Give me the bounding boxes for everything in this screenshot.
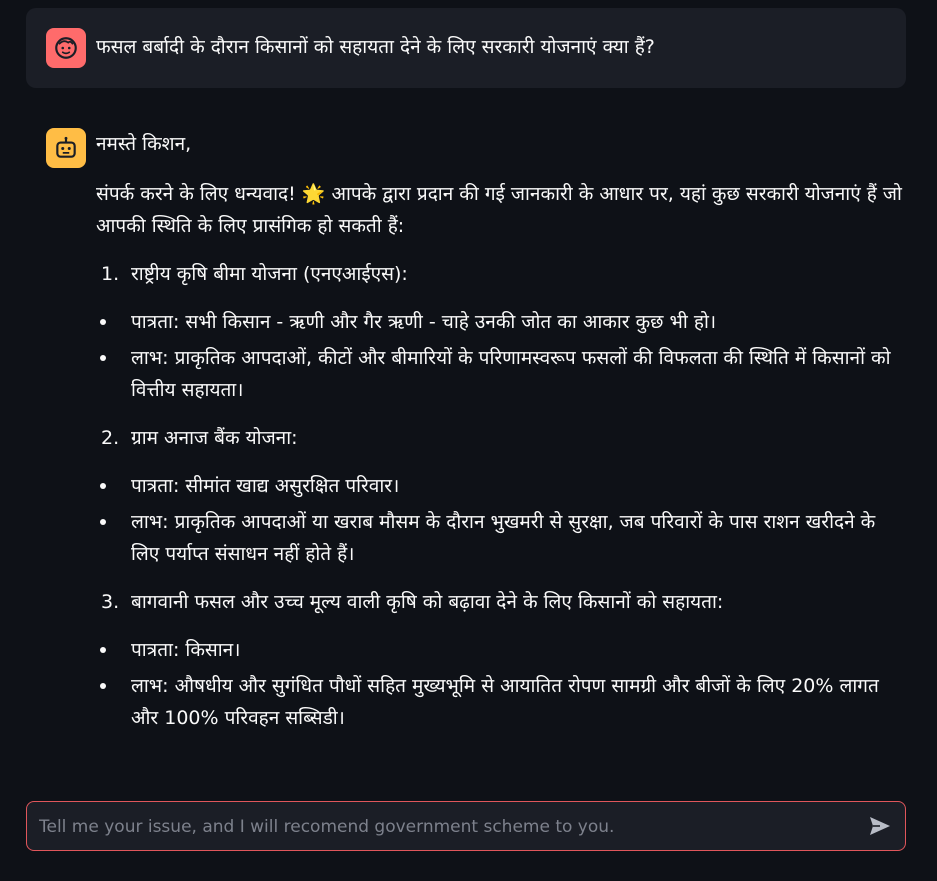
user-message-text: फसल बर्बादी के दौरान किसानों को सहायता द… [96, 36, 655, 58]
scheme-bullets: पात्रता: सीमांत खाद्य असुरक्षित परिवार। … [96, 470, 906, 570]
bullet-dot [100, 683, 106, 689]
star-emoji: 🌟 [301, 183, 326, 205]
assistant-avatar [46, 128, 86, 168]
bullet-text: पात्रता: सभी किसान - ऋणी और गैर ऋणी - चा… [131, 311, 717, 333]
robot-icon [56, 136, 76, 158]
send-icon [870, 817, 890, 835]
bullet-text: पात्रता: किसान। [131, 639, 241, 661]
user-avatar [46, 28, 86, 68]
intro-text-1: संपर्क करने के लिए धन्यवाद! [96, 183, 296, 205]
chat-input[interactable] [37, 802, 861, 852]
scheme-title: बागवानी फसल और उच्च मूल्य वाली कृषि को ब… [131, 591, 724, 613]
scheme-item: 1. राष्ट्रीय कृषि बीमा योजना (एनएआईएस): … [96, 258, 906, 406]
intro-paragraph: संपर्क करने के लिए धन्यवाद! 🌟 आपके द्वार… [96, 178, 906, 242]
bullet-item: लाभ: औषधीय और सुगंधित पौधों सहित मुख्यभू… [96, 670, 906, 734]
greeting: नमस्ते किशन, [96, 133, 192, 155]
user-message: फसल बर्बादी के दौरान किसानों को सहायता द… [26, 8, 906, 88]
chat-input-container [26, 801, 906, 852]
assistant-message: नमस्ते किशन, संपर्क करने के लिए धन्यवाद!… [26, 128, 906, 768]
scheme-title-row: 3. बागवानी फसल और उच्च मूल्य वाली कृषि क… [96, 586, 906, 618]
bullet-item: लाभ: प्राकृतिक आपदाओं, कीटों और बीमारियो… [96, 342, 906, 406]
bullet-dot [100, 355, 106, 361]
scheme-title-row: 1. राष्ट्रीय कृषि बीमा योजना (एनएआईएस): [96, 258, 906, 290]
bullet-text: पात्रता: सीमांत खाद्य असुरक्षित परिवार। [131, 475, 400, 497]
scheme-number: 3. [101, 591, 120, 613]
bullet-dot [100, 519, 106, 525]
scheme-number: 1. [101, 263, 120, 285]
bullet-item: पात्रता: सीमांत खाद्य असुरक्षित परिवार। [96, 470, 906, 502]
scheme-bullets: पात्रता: सभी किसान - ऋणी और गैर ऋणी - चा… [96, 306, 906, 406]
bullet-dot [100, 647, 106, 653]
scheme-title: ग्राम अनाज बैंक योजना: [131, 427, 298, 449]
bullet-item: लाभ: प्राकृतिक आपदाओं या खराब मौसम के दौ… [96, 506, 906, 570]
chat-page: फसल बर्बादी के दौरान किसानों को सहायता द… [0, 0, 937, 881]
scheme-number: 2. [101, 427, 120, 449]
scheme-bullets: पात्रता: किसान। लाभ: औषधीय और सुगंधित पौ… [96, 634, 906, 734]
scheme-item: 3. बागवानी फसल और उच्च मूल्य वाली कृषि क… [96, 586, 906, 734]
bullet-dot [100, 483, 106, 489]
scheme-item: 2. ग्राम अनाज बैंक योजना: पात्रता: सीमां… [96, 422, 906, 570]
bullet-dot [100, 319, 106, 325]
scheme-title: राष्ट्रीय कृषि बीमा योजना (एनएआईएस): [131, 263, 408, 285]
bullet-item: पात्रता: सभी किसान - ऋणी और गैर ऋणी - चा… [96, 306, 906, 338]
bullet-text: लाभ: प्राकृतिक आपदाओं, कीटों और बीमारियो… [131, 347, 891, 401]
bullet-item: पात्रता: किसान। [96, 634, 906, 666]
bullet-text: लाभ: प्राकृतिक आपदाओं या खराब मौसम के दौ… [131, 511, 876, 565]
bullet-text: लाभ: औषधीय और सुगंधित पौधों सहित मुख्यभू… [131, 675, 879, 729]
scheme-title-row: 2. ग्राम अनाज बैंक योजना: [96, 422, 906, 454]
user-face-icon [55, 37, 77, 59]
assistant-message-body: नमस्ते किशन, संपर्क करने के लिए धन्यवाद!… [96, 128, 906, 738]
send-button[interactable] [867, 814, 893, 838]
